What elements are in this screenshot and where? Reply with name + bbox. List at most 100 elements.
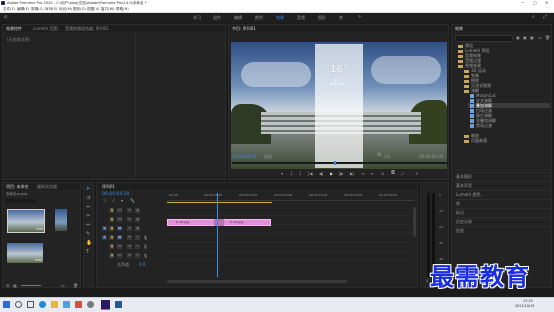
add-marker-button[interactable]: ▾	[281, 171, 283, 176]
button-editor[interactable]: +	[415, 171, 418, 176]
eye-icon[interactable]: ◉	[135, 226, 140, 231]
workspace-tab-effects[interactable]: 效果	[276, 15, 284, 20]
timeline-clip[interactable]: fx 01.jpg	[219, 219, 271, 226]
effects-item-dip-to-black[interactable]: 黑场过渡	[470, 123, 492, 128]
lock-icon[interactable]: 🔒	[109, 253, 114, 258]
lock-icon[interactable]: 🔒	[109, 244, 114, 249]
project-item[interactable]: 5:00	[7, 209, 45, 233]
store-icon[interactable]	[63, 301, 70, 308]
mark-out-button[interactable]: }	[299, 171, 302, 176]
effects-item-page-peel[interactable]: 页面剥落	[464, 138, 487, 143]
menu-marker[interactable]: 标记(M)	[59, 6, 72, 12]
panel-history[interactable]: 历史记录	[456, 219, 472, 224]
tab-sequence[interactable]: 序列01	[102, 184, 115, 190]
task-view-icon[interactable]	[27, 301, 34, 308]
mic-icon[interactable]: 🎙	[143, 253, 148, 258]
source-patch-v1[interactable]: V	[102, 226, 107, 231]
workspace-tab-editing[interactable]: 编辑	[234, 15, 242, 20]
new-bin-icon[interactable]: ▭	[538, 35, 542, 40]
program-playhead[interactable]	[334, 161, 336, 165]
effects-search-field[interactable]	[455, 35, 513, 42]
add-marker-icon[interactable]: ▾	[121, 198, 123, 203]
extract-button[interactable]: ⇤	[371, 171, 374, 176]
mic-icon[interactable]: 🎙	[143, 244, 148, 249]
trash-icon[interactable]: 🗑	[73, 283, 78, 288]
workspace-tab-audio[interactable]: 音频	[297, 15, 305, 20]
track-label[interactable]: A3	[117, 253, 122, 258]
panel-essential-sound[interactable]: 基本声音	[456, 183, 472, 188]
lock-icon[interactable]: 🔒	[109, 217, 114, 222]
lock-icon[interactable]: 🔒	[109, 226, 114, 231]
workspace-tab-libraries[interactable]: 库	[339, 15, 343, 20]
icon-view-icon[interactable]: ▦	[13, 283, 17, 288]
tab-project[interactable]: 项目: 未命名	[6, 184, 29, 190]
mark-in-button[interactable]: {	[290, 171, 293, 176]
tab-audio-clip-mixer[interactable]: 音频剪辑混合器: 序列01	[65, 26, 109, 32]
track-label[interactable]: A2	[117, 244, 122, 249]
go-to-in-button[interactable]: |◀	[308, 171, 312, 176]
menu-window[interactable]: 窗口(W)	[101, 6, 115, 12]
premiere-icon[interactable]	[101, 300, 110, 310]
lock-icon[interactable]: 🔒	[109, 235, 114, 240]
program-fit-select[interactable]: 适合	[264, 154, 272, 159]
timeline-scrollbar[interactable]	[167, 280, 347, 283]
solo-left-button[interactable]: S	[426, 279, 428, 284]
timeline-playhead[interactable]	[217, 193, 218, 277]
export-frame-icon[interactable]: ◘	[391, 171, 395, 176]
menu-graphics[interactable]: 图形(G)	[73, 6, 86, 12]
search-taskbar-icon[interactable]	[15, 301, 22, 308]
source-patch-a1[interactable]: A	[102, 235, 107, 240]
comparison-view-button[interactable]: ⊡	[381, 171, 384, 176]
program-video-frame[interactable]: 16° 多云 2021/10/15	[231, 42, 447, 169]
menu-clip[interactable]: 剪辑(C)	[31, 6, 44, 12]
track-label[interactable]: V2	[117, 217, 122, 222]
panel-lumetri-color[interactable]: Lumetri 颜色	[456, 192, 481, 197]
mic-icon[interactable]: 🎙	[143, 235, 148, 240]
panel-libraries[interactable]: 库	[456, 201, 460, 206]
menu-view[interactable]: 视图(V)	[87, 6, 99, 12]
vr-button[interactable]: ⤢	[401, 171, 404, 176]
edge-icon[interactable]	[39, 301, 46, 308]
sync-lock-icon[interactable]: ⇆	[127, 208, 132, 213]
timeline-settings-icon[interactable]: 🔧	[130, 198, 135, 203]
timeline-clip[interactable]: fx 01.jpg	[167, 219, 219, 226]
tab-media-browser[interactable]: 媒体浏览器	[37, 184, 57, 190]
program-scrub-bar[interactable]	[232, 162, 447, 164]
selection-tool-icon[interactable]: ➤	[86, 187, 90, 192]
step-back-button[interactable]: ◀|	[319, 171, 323, 176]
menu-help[interactable]: 帮助(H)	[116, 6, 129, 12]
program-timecode[interactable]: 00:00:04:20	[232, 154, 256, 159]
pen-tool-icon[interactable]: ✎	[86, 232, 90, 237]
workspace-tab-graphics[interactable]: 图形	[318, 15, 326, 20]
hand-tool-icon[interactable]: ✋	[86, 241, 92, 246]
32bit-effects-icon[interactable]: ▣	[523, 35, 527, 40]
start-icon[interactable]	[3, 301, 10, 308]
zoom-slider[interactable]	[21, 285, 41, 286]
program-quality-select[interactable]: 1/2	[384, 154, 390, 159]
time-ruler[interactable]: 00:00 00:00:05:00 00:00:10:00 00:00:15:0…	[167, 192, 415, 201]
track-label[interactable]: V3	[117, 208, 122, 213]
project-search[interactable]	[6, 199, 36, 203]
project-item[interactable]: 5:00	[7, 243, 43, 263]
new-item-icon[interactable]: ▭	[61, 283, 65, 288]
more-workspaces-icon[interactable]: »	[358, 15, 361, 20]
panel-essential-graphics[interactable]: 基本图形	[456, 174, 472, 179]
track-select-tool-icon[interactable]: ⇉	[86, 196, 90, 201]
panel-info[interactable]: 信息	[456, 228, 464, 233]
solo-button[interactable]: S	[135, 235, 140, 240]
solo-button[interactable]: S	[135, 253, 140, 258]
track-lanes[interactable]: fx 01.jpg fx 01.jpg	[167, 193, 412, 277]
type-tool-icon[interactable]: T	[86, 250, 89, 255]
workspace-tab-color[interactable]: 颜色	[255, 15, 263, 20]
explorer-icon[interactable]	[51, 301, 58, 308]
workspace-tab-learn[interactable]: 学习	[193, 15, 201, 20]
delete-icon[interactable]: 🗑	[545, 35, 550, 40]
tab-lumetri-scopes[interactable]: Lumetri 范围	[33, 26, 58, 32]
razor-tool-icon[interactable]: ✂	[86, 214, 90, 219]
timeline-timecode[interactable]: 00:00:04:20	[102, 192, 129, 197]
tab-program[interactable]: 节目: 序列01	[232, 26, 256, 32]
project-item[interactable]	[55, 209, 67, 231]
settings-icon[interactable]: ⚙	[377, 153, 381, 158]
go-to-out-button[interactable]: ▶|	[350, 171, 354, 176]
list-view-icon[interactable]: ☰	[6, 283, 10, 288]
